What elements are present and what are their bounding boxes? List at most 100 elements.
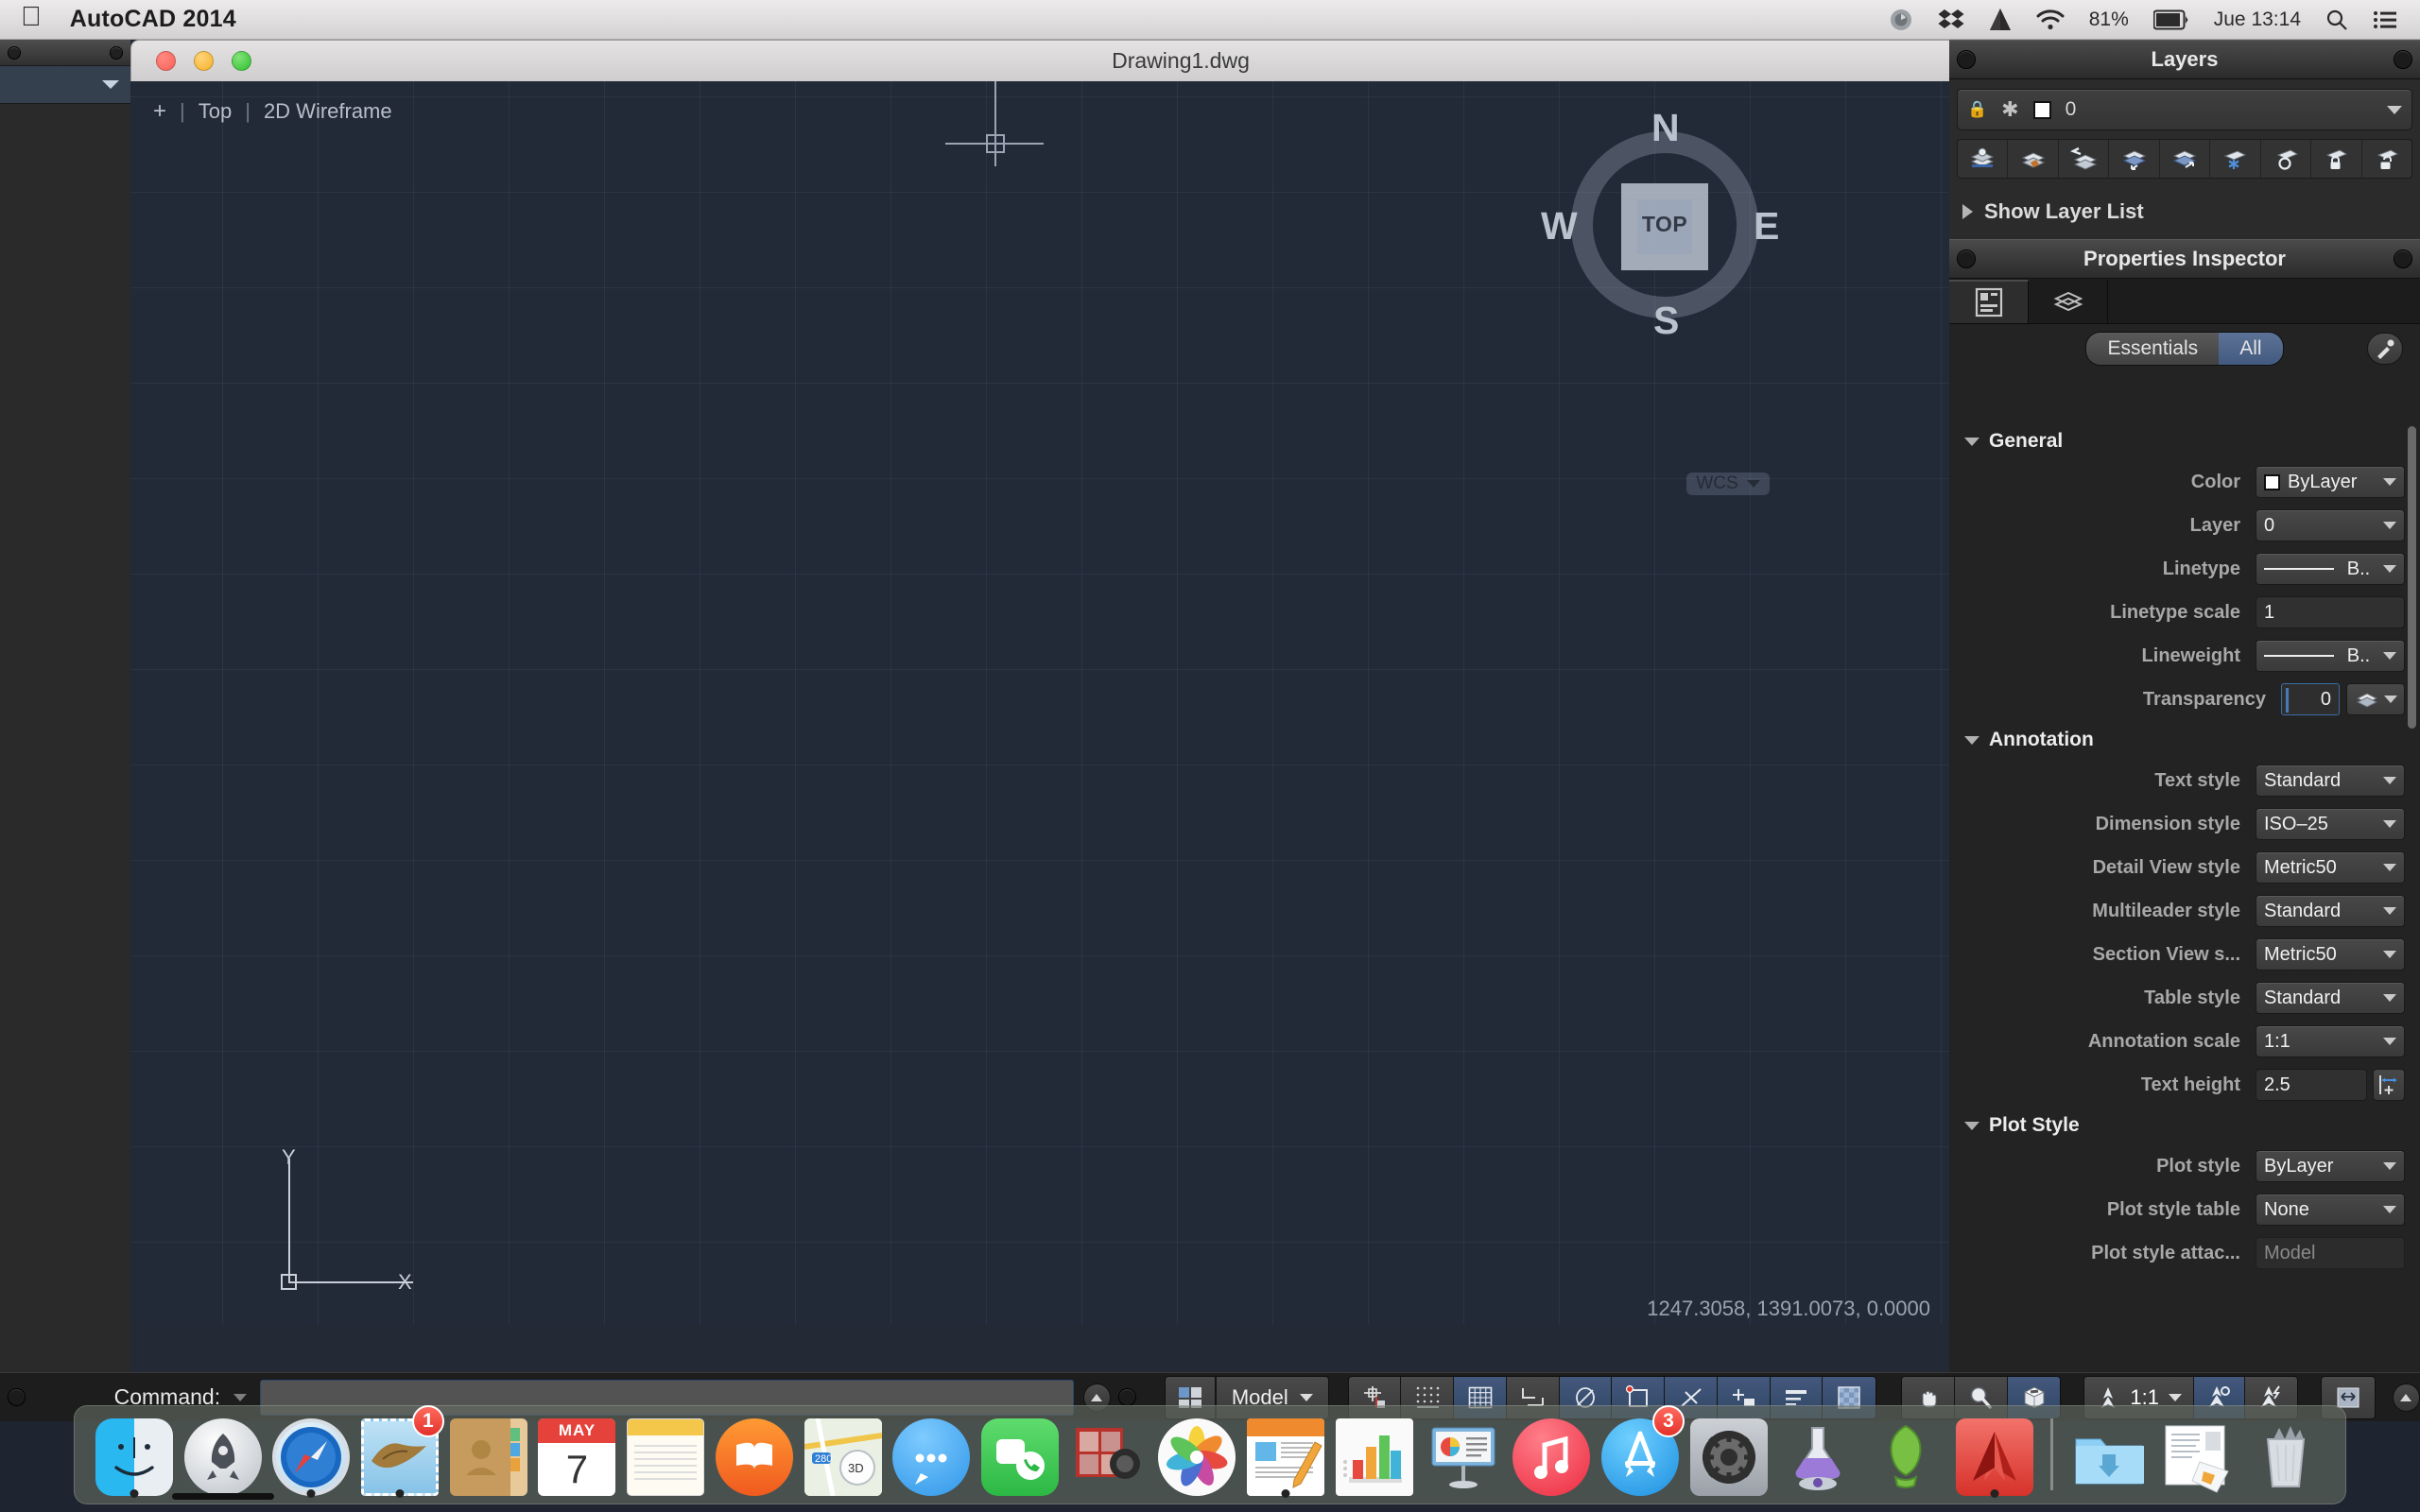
linetype-scale-input[interactable]: 1 <box>2256 596 2405 628</box>
drawing-canvas[interactable]: + | Top | 2D Wireframe TOP N S E W WCS Y… <box>130 81 1949 1325</box>
change-to-current-layer-icon[interactable] <box>2160 140 2211 178</box>
color-dropdown[interactable]: ByLayer <box>2256 466 2405 498</box>
dock-item-downloads-folder[interactable] <box>2065 1409 2153 1496</box>
itunes-icon[interactable] <box>1512 1418 1591 1496</box>
dock-item-facetime[interactable] <box>976 1409 1064 1496</box>
messages-icon[interactable] <box>892 1418 971 1496</box>
transparency-input[interactable]: 0 <box>2281 683 2340 715</box>
calendar-icon[interactable]: MAY 7 <box>538 1418 616 1496</box>
dock-item-mail[interactable]: 1 <box>355 1405 444 1498</box>
autocad-icon[interactable] <box>1955 1418 2033 1496</box>
properties-palette-knob-left[interactable] <box>1957 249 1976 268</box>
section-header-general[interactable]: General <box>1949 422 2420 460</box>
photo-booth-icon[interactable] <box>1070 1418 1148 1496</box>
multileader-style-dropdown[interactable]: Standard <box>2256 895 2405 927</box>
apple-logo-icon[interactable]:  <box>21 4 42 31</box>
linetype-dropdown[interactable]: B.. <box>2256 553 2405 585</box>
properties-palette-knob-right[interactable] <box>2394 249 2412 268</box>
dock-item-numbers[interactable] <box>1330 1409 1419 1496</box>
viewport-view-label[interactable]: Top <box>199 99 232 124</box>
dock-item-ibooks[interactable] <box>710 1409 799 1496</box>
expand-statusbar-button[interactable] <box>2392 1383 2420 1412</box>
layer-freeze-icon[interactable]: ✱ <box>2001 99 2018 120</box>
downloads-folder-icon[interactable] <box>2070 1418 2148 1496</box>
palette-knob-right[interactable] <box>110 45 123 60</box>
dock-item-calendar[interactable]: MAY 7 <box>533 1409 622 1496</box>
command-bar-knob-left[interactable] <box>8 1388 26 1406</box>
detail-view-style-dropdown[interactable]: Metric50 <box>2256 851 2405 884</box>
keynote-icon[interactable] <box>1425 1418 1502 1496</box>
dock-item-photo-booth[interactable] <box>1064 1409 1153 1496</box>
notification-center-icon[interactable] <box>2373 10 2397 29</box>
plot-style-dropdown[interactable]: ByLayer <box>2256 1150 2405 1182</box>
flask-icon[interactable] <box>1779 1418 1857 1496</box>
maps-icon[interactable]: 280 3D <box>804 1418 882 1496</box>
dock-item-messages[interactable] <box>887 1409 976 1496</box>
layer-off-icon[interactable] <box>2261 140 2312 178</box>
contacts-icon[interactable] <box>449 1418 527 1496</box>
document-stack-icon[interactable] <box>2158 1418 2236 1496</box>
annotation-scale-dropdown[interactable]: 1:1 <box>2256 1025 2405 1057</box>
numbers-icon[interactable] <box>1335 1418 1413 1496</box>
viewcube-east-label[interactable]: E <box>1754 204 1779 249</box>
properties-scroll-area[interactable]: General Color ByLayer Layer 0 Linetype B… <box>1949 422 2420 1399</box>
pages-icon[interactable] <box>1247 1418 1325 1496</box>
dropbox-icon[interactable] <box>1938 8 1964 32</box>
plot-style-table-dropdown[interactable]: None <box>2256 1194 2405 1226</box>
dock-item-finder[interactable] <box>90 1409 179 1498</box>
text-height-input[interactable]: 2.5 <box>2256 1069 2367 1101</box>
launchpad-icon[interactable] <box>183 1418 262 1496</box>
battery-percentage[interactable]: 81% <box>2089 9 2129 31</box>
dock-item-notes[interactable] <box>621 1409 710 1496</box>
wifi-icon[interactable] <box>2036 9 2065 31</box>
ibooks-icon[interactable] <box>715 1418 793 1496</box>
text-style-dropdown[interactable]: Standard <box>2256 765 2405 797</box>
dock-item-system-preferences[interactable] <box>1685 1409 1773 1496</box>
spotlight-search-icon[interactable] <box>2325 9 2348 31</box>
eyedropper-icon[interactable] <box>2367 333 2403 365</box>
segment-all[interactable]: All <box>2219 333 2283 365</box>
viewcube-west-label[interactable]: W <box>1541 204 1578 249</box>
command-bar-knob-right[interactable] <box>1118 1388 1136 1406</box>
pick-text-height-button[interactable] <box>2373 1069 2405 1101</box>
layers-palette-knob-left[interactable] <box>1957 50 1976 69</box>
tab-layers[interactable] <box>2029 280 2108 323</box>
dock-item-itunes[interactable] <box>1508 1409 1597 1496</box>
show-layer-list-toggle[interactable]: Show Layer List <box>1949 186 2420 239</box>
dock-item-xquartz[interactable] <box>1773 1409 1862 1496</box>
dock-item-maps[interactable]: 280 3D <box>799 1409 888 1496</box>
dock-item-documents-stack[interactable] <box>2152 1409 2241 1496</box>
layer-color-swatch[interactable] <box>2032 100 2051 119</box>
dock-item-trash[interactable] <box>2241 1409 2330 1496</box>
finder-icon[interactable] <box>95 1418 173 1496</box>
menubar-clock[interactable]: Jue 13:14 <box>2214 9 2301 31</box>
layer-dropdown[interactable]: 0 <box>2256 509 2405 541</box>
viewcube-south-label[interactable]: S <box>1653 299 1679 343</box>
layer-properties-icon[interactable] <box>1958 140 2009 178</box>
dock-item-autocad[interactable] <box>1950 1409 2039 1498</box>
properties-scrollbar[interactable] <box>2408 426 2416 729</box>
dock-item-skitch[interactable] <box>1861 1409 1950 1496</box>
layer-match-icon[interactable] <box>2008 140 2059 178</box>
left-palette-body[interactable] <box>0 66 130 104</box>
google-drive-icon[interactable] <box>1989 8 2012 32</box>
tab-properties[interactable] <box>1949 280 2029 323</box>
current-layer-dropdown[interactable]: 🔒 ✱ 0 <box>1957 89 2412 1374</box>
lineweight-dropdown[interactable]: B.. <box>2256 640 2405 672</box>
system-preferences-icon[interactable] <box>1689 1418 1768 1496</box>
dock-item-contacts[interactable] <box>444 1409 533 1496</box>
notes-icon[interactable] <box>627 1418 705 1496</box>
layer-unlock-icon[interactable] <box>2362 140 2411 178</box>
dock-item-photos[interactable] <box>1153 1409 1242 1496</box>
dock-item-safari[interactable] <box>267 1409 355 1498</box>
layers-palette-knob-right[interactable] <box>2394 50 2412 69</box>
battery-icon[interactable] <box>2152 9 2189 30</box>
layer-freeze-icon[interactable] <box>2210 140 2261 178</box>
viewport-visualstyle-label[interactable]: 2D Wireframe <box>264 99 392 124</box>
safari-icon[interactable] <box>272 1418 351 1496</box>
layer-previous-icon[interactable] <box>2059 140 2110 178</box>
layer-lock-icon[interactable]: 🔒 <box>1967 100 1987 119</box>
section-view-style-dropdown[interactable]: Metric50 <box>2256 938 2405 971</box>
chevron-down-icon[interactable] <box>102 80 119 89</box>
segmented-control[interactable]: Essentials All <box>2085 332 2284 366</box>
